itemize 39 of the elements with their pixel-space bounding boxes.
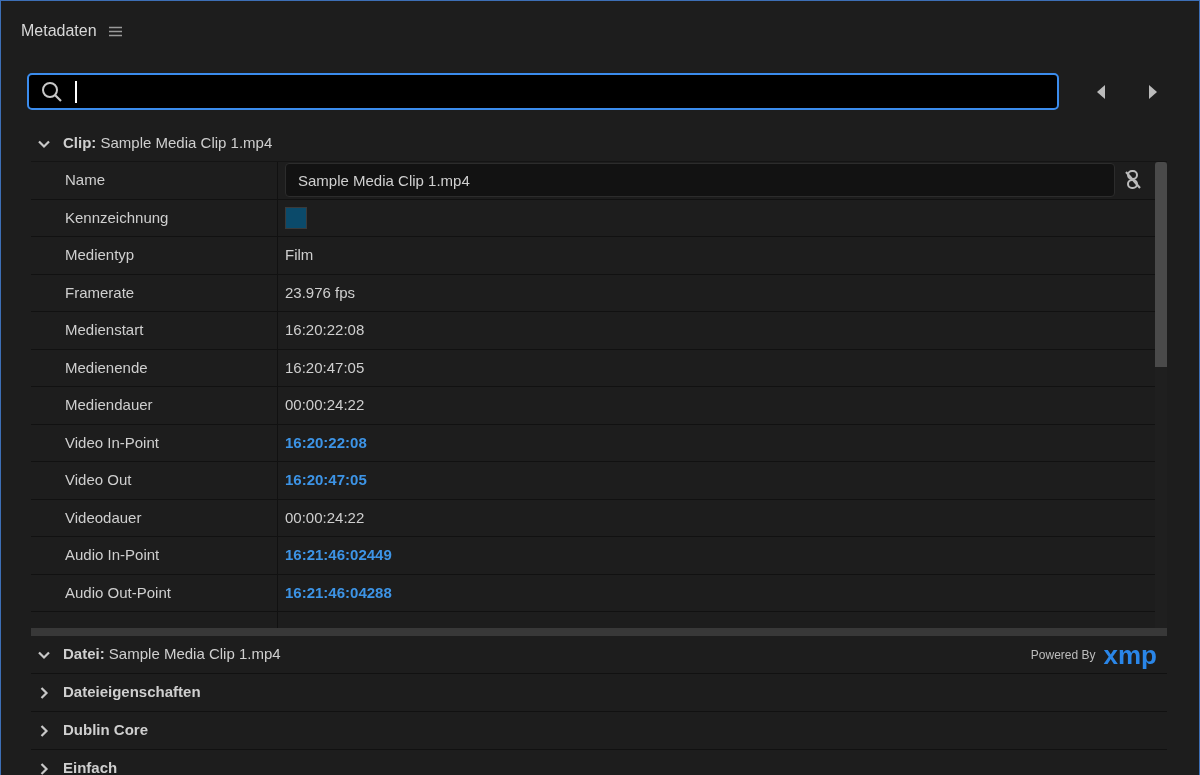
property-label: Medienende xyxy=(65,357,148,378)
section-header[interactable]: Clip: Sample Media Clip 1.mp4 xyxy=(63,132,273,155)
menu-icon[interactable] xyxy=(108,25,122,37)
value-text: 16:20:22:08 xyxy=(285,320,365,340)
value-text: 00:00:24:22 xyxy=(285,395,365,415)
unlink-icon[interactable] xyxy=(1123,169,1143,192)
section-header[interactable]: Datei: Sample Media Clip 1.mp4 xyxy=(63,643,281,666)
property-label: Audio In-Point xyxy=(65,545,160,565)
label-color-swatch[interactable] xyxy=(285,206,307,229)
property-label: Framerate xyxy=(65,282,135,303)
value-text: 23.976 fps xyxy=(285,282,356,303)
powered-by-text: Powered By xyxy=(1030,646,1096,664)
timecode-link[interactable]: 16:21:46:04288 xyxy=(285,581,392,604)
timecode-link[interactable]: 16:20:47:05 xyxy=(285,469,367,492)
value-text: 16:20:47:05 xyxy=(285,357,365,378)
property-label: Video In-Point xyxy=(65,432,159,453)
property-label: Video Out xyxy=(65,470,132,490)
property-label: Kennzeichnung xyxy=(65,207,169,228)
property-label: Name xyxy=(65,170,105,190)
property-label: Mediendauer xyxy=(65,395,153,415)
search-icon xyxy=(41,80,63,103)
property-label: Medienstart xyxy=(65,320,144,340)
group-header[interactable]: Dublin Core xyxy=(63,719,148,742)
timecode-link[interactable]: 16:20:22:08 xyxy=(285,431,367,454)
property-label: Audio Out-Point xyxy=(65,582,171,603)
group-header[interactable]: Einfach xyxy=(63,757,118,775)
property-label: Medientyp xyxy=(65,245,135,265)
xmp-logo: xmp xyxy=(1103,642,1157,667)
group-header[interactable]: Dateieigenschaften xyxy=(63,681,201,704)
value-text: 00:00:24:22 xyxy=(285,507,365,528)
search-field[interactable] xyxy=(27,73,1059,110)
timecode-link[interactable]: 16:21:46:02449 xyxy=(285,544,392,567)
horizontal-scrollbar[interactable] xyxy=(31,628,1167,636)
value-text: Film xyxy=(285,245,314,265)
name-field[interactable]: Sample Media Clip 1.mp4 xyxy=(285,163,1115,198)
previous-arrow-icon[interactable] xyxy=(1096,84,1106,99)
next-arrow-icon[interactable] xyxy=(1148,84,1158,99)
property-label: Videodauer xyxy=(65,507,142,528)
panel-title: Metadaten xyxy=(21,21,97,41)
